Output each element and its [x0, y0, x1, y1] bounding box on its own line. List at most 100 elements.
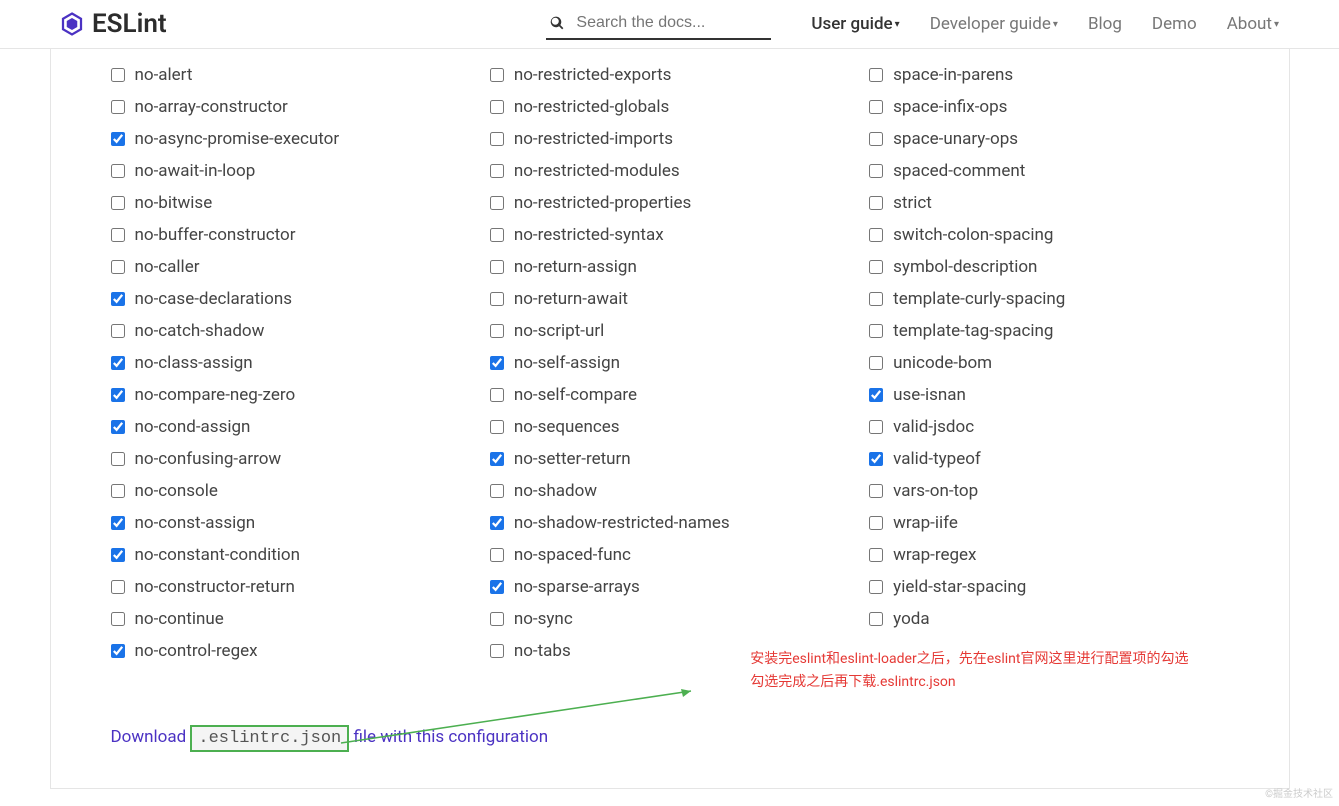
rule-checkbox[interactable]: [869, 516, 883, 530]
rule-checkbox[interactable]: [490, 452, 504, 466]
nav-item-about[interactable]: About▾: [1227, 14, 1279, 34]
rule-checkbox[interactable]: [869, 612, 883, 626]
rule-checkbox[interactable]: [111, 100, 125, 114]
rule-checkbox[interactable]: [490, 516, 504, 530]
rule-checkbox[interactable]: [490, 580, 504, 594]
rule-checkbox[interactable]: [490, 196, 504, 210]
rule-checkbox[interactable]: [111, 196, 125, 210]
rule-label[interactable]: no-async-promise-executor: [135, 129, 340, 149]
rule-checkbox[interactable]: [490, 228, 504, 242]
rule-checkbox[interactable]: [111, 580, 125, 594]
rule-label[interactable]: space-infix-ops: [893, 97, 1007, 117]
rule-checkbox[interactable]: [111, 484, 125, 498]
rule-label[interactable]: template-curly-spacing: [893, 289, 1065, 309]
rule-label[interactable]: no-sync: [514, 609, 573, 629]
rule-checkbox[interactable]: [111, 356, 125, 370]
rule-checkbox[interactable]: [111, 420, 125, 434]
nav-item-demo[interactable]: Demo: [1152, 14, 1197, 34]
rule-label[interactable]: no-await-in-loop: [135, 161, 256, 181]
rule-label[interactable]: spaced-comment: [893, 161, 1025, 181]
rule-checkbox[interactable]: [111, 292, 125, 306]
rule-label[interactable]: no-array-constructor: [135, 97, 288, 117]
rule-checkbox[interactable]: [869, 196, 883, 210]
rule-checkbox[interactable]: [869, 324, 883, 338]
rule-label[interactable]: no-class-assign: [135, 353, 253, 373]
rule-label[interactable]: no-buffer-constructor: [135, 225, 296, 245]
rule-checkbox[interactable]: [869, 388, 883, 402]
rule-label[interactable]: no-restricted-properties: [514, 193, 691, 213]
nav-item-user-guide[interactable]: User guide▾: [811, 14, 899, 34]
rule-label[interactable]: no-console: [135, 481, 218, 501]
search-box[interactable]: [546, 8, 771, 40]
rule-label[interactable]: no-restricted-modules: [514, 161, 680, 181]
rule-label[interactable]: unicode-bom: [893, 353, 992, 373]
rule-checkbox[interactable]: [111, 132, 125, 146]
rule-checkbox[interactable]: [490, 356, 504, 370]
rule-label[interactable]: no-restricted-globals: [514, 97, 669, 117]
rule-label[interactable]: no-confusing-arrow: [135, 449, 282, 469]
rule-checkbox[interactable]: [490, 484, 504, 498]
rule-label[interactable]: no-return-await: [514, 289, 628, 309]
rule-label[interactable]: no-spaced-func: [514, 545, 631, 565]
rule-label[interactable]: no-bitwise: [135, 193, 213, 213]
rule-checkbox[interactable]: [869, 420, 883, 434]
nav-item-blog[interactable]: Blog: [1088, 14, 1122, 34]
rule-label[interactable]: no-shadow: [514, 481, 597, 501]
rule-checkbox[interactable]: [869, 548, 883, 562]
rule-label[interactable]: no-self-assign: [514, 353, 620, 373]
rule-label[interactable]: no-restricted-imports: [514, 129, 673, 149]
rule-label[interactable]: no-restricted-exports: [514, 65, 672, 85]
rule-checkbox[interactable]: [490, 420, 504, 434]
rule-label[interactable]: no-alert: [135, 65, 193, 85]
rule-checkbox[interactable]: [111, 548, 125, 562]
rule-checkbox[interactable]: [869, 132, 883, 146]
rule-checkbox[interactable]: [869, 484, 883, 498]
rule-checkbox[interactable]: [490, 612, 504, 626]
rule-checkbox[interactable]: [111, 68, 125, 82]
logo[interactable]: ESLint: [60, 9, 167, 39]
rule-label[interactable]: no-case-declarations: [135, 289, 293, 309]
rule-label[interactable]: no-setter-return: [514, 449, 631, 469]
rule-checkbox[interactable]: [869, 228, 883, 242]
rule-label[interactable]: no-shadow-restricted-names: [514, 513, 730, 533]
rule-checkbox[interactable]: [490, 548, 504, 562]
rule-label[interactable]: no-cond-assign: [135, 417, 251, 437]
rule-label[interactable]: no-constant-condition: [135, 545, 300, 565]
rule-checkbox[interactable]: [490, 132, 504, 146]
rule-checkbox[interactable]: [869, 164, 883, 178]
download-link[interactable]: Download .eslintrc.json file with this c…: [111, 727, 549, 747]
rule-checkbox[interactable]: [111, 516, 125, 530]
rule-label[interactable]: no-caller: [135, 257, 200, 277]
rule-label[interactable]: yield-star-spacing: [893, 577, 1026, 597]
rule-label[interactable]: use-isnan: [893, 385, 966, 405]
rule-checkbox[interactable]: [111, 164, 125, 178]
rule-label[interactable]: space-unary-ops: [893, 129, 1018, 149]
rule-checkbox[interactable]: [111, 324, 125, 338]
rule-checkbox[interactable]: [490, 68, 504, 82]
rule-checkbox[interactable]: [490, 164, 504, 178]
rule-checkbox[interactable]: [869, 100, 883, 114]
rule-label[interactable]: wrap-iife: [893, 513, 958, 533]
rule-label[interactable]: strict: [893, 193, 932, 213]
rule-checkbox[interactable]: [490, 388, 504, 402]
rule-checkbox[interactable]: [869, 260, 883, 274]
rule-label[interactable]: template-tag-spacing: [893, 321, 1053, 341]
rule-label[interactable]: valid-jsdoc: [893, 417, 974, 437]
rule-checkbox[interactable]: [490, 644, 504, 658]
rule-label[interactable]: space-in-parens: [893, 65, 1013, 85]
rule-checkbox[interactable]: [869, 68, 883, 82]
rule-label[interactable]: yoda: [893, 609, 929, 629]
rule-checkbox[interactable]: [490, 100, 504, 114]
rule-label[interactable]: no-const-assign: [135, 513, 256, 533]
rule-checkbox[interactable]: [111, 228, 125, 242]
rule-label[interactable]: no-control-regex: [135, 641, 258, 661]
rule-label[interactable]: no-constructor-return: [135, 577, 295, 597]
rule-checkbox[interactable]: [111, 388, 125, 402]
rule-checkbox[interactable]: [869, 452, 883, 466]
rule-label[interactable]: symbol-description: [893, 257, 1037, 277]
rule-checkbox[interactable]: [490, 292, 504, 306]
rule-label[interactable]: wrap-regex: [893, 545, 976, 565]
rule-checkbox[interactable]: [869, 356, 883, 370]
rule-label[interactable]: no-sparse-arrays: [514, 577, 640, 597]
rule-label[interactable]: no-compare-neg-zero: [135, 385, 296, 405]
